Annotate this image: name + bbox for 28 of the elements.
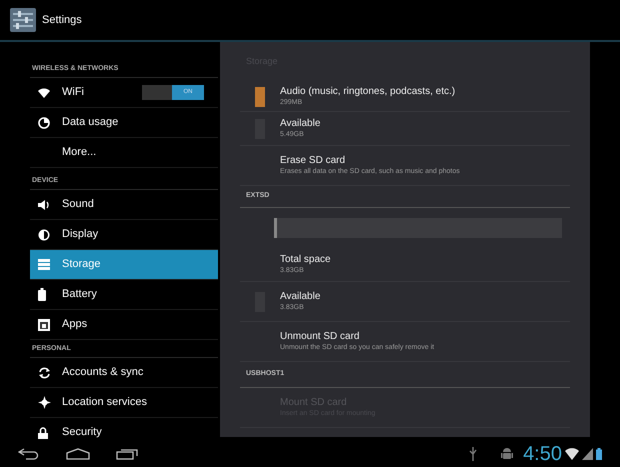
back-icon[interactable] [18,448,40,460]
home-icon[interactable] [66,448,90,460]
clock: 4:50 [523,444,562,464]
lock-icon [38,426,48,438]
setting-title: Audio (music, ringtones, podcasts, etc.) [280,86,456,98]
android-icon [501,446,514,460]
setting-title: Erase SD card [280,154,346,166]
apps-icon [38,318,50,330]
battery-icon [38,288,46,301]
wifi-icon [565,448,579,460]
recent-apps-icon[interactable] [116,448,138,460]
sync-icon [38,366,51,378]
wifi-icon [38,88,50,98]
signal-icon [582,448,593,460]
list-icon [38,259,50,270]
setting-title: Total space [280,254,331,266]
pie-chart-icon [38,116,50,128]
speaker-icon [38,198,50,210]
location-icon [38,396,51,409]
app-title: Settings [42,12,82,28]
setting-title: Unmount SD card [280,330,360,342]
sidebar-item[interactable]: Storage [30,250,218,280]
battery-icon [596,448,602,460]
setting-title: Available [280,290,320,302]
usb-icon [469,446,478,460]
brightness-icon [38,228,50,240]
settings-app-icon [10,8,36,32]
setting-title: Available [280,118,320,130]
